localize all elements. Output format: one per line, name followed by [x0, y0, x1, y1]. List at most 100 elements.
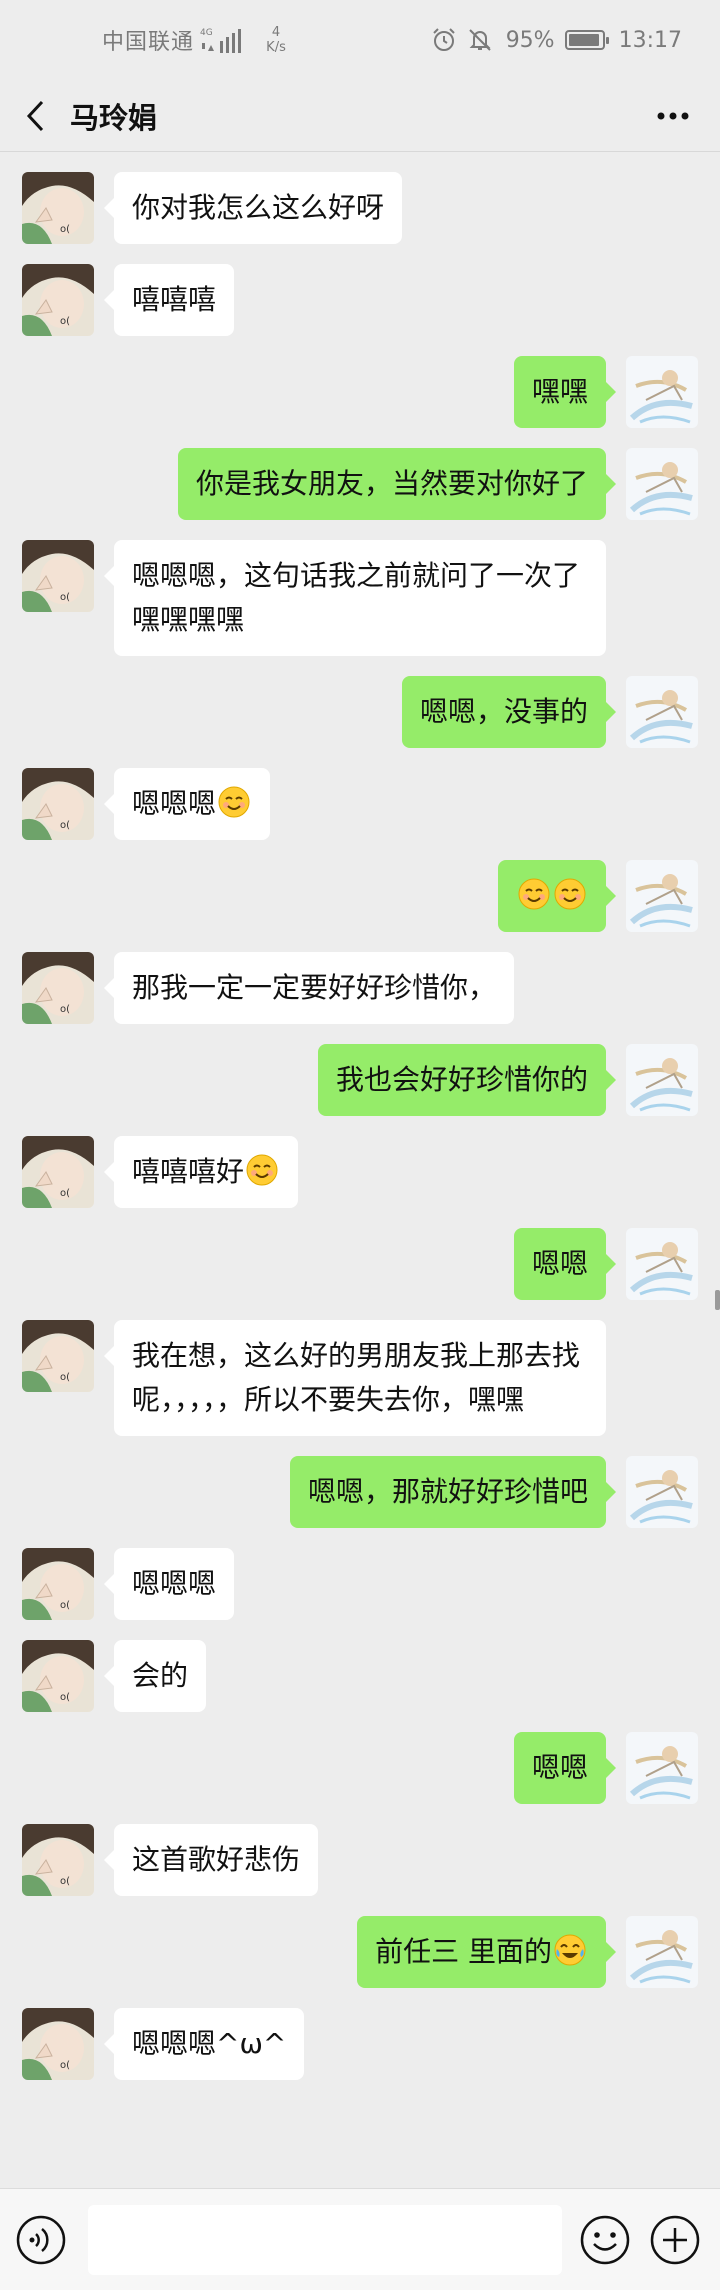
message-bubble[interactable]: 嗯嗯嗯: [103, 768, 271, 840]
message-text: 嗯嗯嗯: [132, 1567, 217, 1600]
sent-message: 嗯嗯: [0, 1712, 720, 1804]
smiling-face-emoji: [554, 878, 586, 910]
received-message: o(嘻嘻嘻: [0, 244, 720, 336]
message-text: 会的: [132, 1659, 189, 1692]
contact-avatar[interactable]: o(: [22, 540, 94, 612]
tears-of-joy-emoji: [554, 1934, 586, 1966]
contact-avatar[interactable]: o(: [22, 768, 94, 840]
sent-message: 前任三 里面的: [0, 1896, 720, 1988]
back-button[interactable]: [0, 80, 70, 152]
message-text: 嗯嗯嗯^ω^: [132, 2027, 287, 2060]
battery-icon: [564, 30, 609, 50]
received-message: o( 嗯嗯嗯，这句话我之前就问了一次了嘿嘿嘿嘿: [0, 520, 720, 656]
message-text: 嗯嗯: [531, 1751, 588, 1784]
my-avatar[interactable]: [626, 1044, 698, 1116]
message-bubble[interactable]: 嗯嗯嗯，这句话我之前就问了一次了嘿嘿嘿嘿: [104, 540, 606, 656]
svg-text:o(: o(: [60, 1692, 70, 1703]
contact-avatar[interactable]: o(: [22, 1320, 94, 1392]
svg-text:o(: o(: [60, 1600, 70, 1611]
message-input[interactable]: [88, 2205, 562, 2275]
message-bubble[interactable]: 嗯嗯嗯: [103, 1548, 235, 1620]
message-bubble[interactable]: 嗯嗯，那就好好珍惜吧: [289, 1456, 617, 1528]
my-avatar[interactable]: [626, 1228, 698, 1300]
more-button[interactable]: [646, 96, 700, 136]
carrier-label: 中国联通: [102, 30, 195, 55]
message-text: 嗯嗯，那就好好珍惜吧: [307, 1475, 588, 1508]
my-avatar[interactable]: [626, 448, 698, 520]
my-avatar[interactable]: [626, 676, 698, 748]
received-message: o( 你对我怎么这么好呀: [0, 152, 720, 244]
message-text: 我也会好好珍惜你的: [335, 1063, 588, 1096]
message-bubble[interactable]: [498, 860, 616, 932]
plus-icon[interactable]: [648, 2213, 702, 2267]
message-text: 你是我女朋友，当然要对你好了: [195, 467, 588, 500]
received-message: o( 嗯嗯嗯: [0, 1528, 720, 1620]
message-text: 这首歌好悲伤: [132, 1843, 301, 1876]
sent-message: 嗯嗯: [0, 1208, 720, 1300]
message-text: 嗯嗯，没事的: [419, 695, 588, 728]
received-message: o( 那我一定一定要好好珍惜你，: [0, 932, 720, 1024]
battery-percent: 95%: [505, 27, 555, 53]
contact-avatar[interactable]: o(: [22, 172, 94, 244]
message-bubble[interactable]: 会的: [103, 1640, 207, 1712]
scrollbar[interactable]: [715, 1290, 720, 1310]
sent-message: 嘿嘿: [0, 336, 720, 428]
message-bubble[interactable]: 我在想，这么好的男朋友我上那去找呢，，，，，所以不要失去你，嘿嘿: [104, 1320, 606, 1436]
svg-text:o(: o(: [60, 1372, 70, 1383]
message-bubble[interactable]: 那我一定一定要好好珍惜你，: [103, 952, 515, 1024]
contact-avatar[interactable]: o(: [22, 264, 94, 336]
contact-avatar[interactable]: o(: [22, 1548, 94, 1620]
chevron-left-icon: [26, 100, 44, 131]
my-avatar[interactable]: [626, 1916, 698, 1988]
status-bar: 中国联通 4G 4 K/s 95% 13:17: [0, 0, 720, 80]
my-avatar[interactable]: [626, 356, 698, 428]
message-bubble[interactable]: 我也会好好珍惜你的: [317, 1044, 617, 1116]
network-speed: 4 K/s: [266, 25, 286, 55]
message-text: 嘿嘿: [531, 375, 588, 408]
message-bubble[interactable]: 前任三 里面的: [357, 1916, 616, 1988]
message-text: 嗯嗯嗯: [132, 787, 217, 820]
message-bubble[interactable]: 嘻嘻嘻好: [103, 1136, 299, 1208]
contact-avatar[interactable]: o(: [22, 2008, 94, 2080]
sent-message: 嗯嗯，没事的: [0, 656, 720, 748]
svg-text:o(: o(: [60, 592, 70, 603]
contact-avatar[interactable]: o(: [22, 1640, 94, 1712]
message-list[interactable]: o(你对我怎么这么好呀 o(嘻嘻嘻 嘿嘿 你是我女朋友，当然要对你好了 o(嗯嗯嗯，这句…: [0, 152, 720, 2188]
message-text: 嗯嗯: [531, 1247, 588, 1280]
message-bubble[interactable]: 嗯嗯: [513, 1228, 617, 1300]
message-bubble[interactable]: 你是我女朋友，当然要对你好了: [177, 448, 617, 520]
contact-avatar[interactable]: o(: [22, 1136, 94, 1208]
received-message: o(嘻嘻嘻好: [0, 1116, 720, 1208]
svg-text:4G: 4G: [200, 28, 213, 38]
message-bubble[interactable]: 嗯嗯: [513, 1732, 617, 1804]
message-bubble[interactable]: 你对我怎么这么好呀: [103, 172, 403, 244]
message-text: 你对我怎么这么好呀: [132, 191, 385, 224]
sent-message: 你是我女朋友，当然要对你好了: [0, 428, 720, 520]
sent-message: [0, 840, 720, 932]
alarm-icon: [432, 28, 455, 51]
received-message: o( 嗯嗯嗯^ω^: [0, 1988, 720, 2080]
svg-text:o(: o(: [60, 224, 70, 235]
message-text: 那我一定一定要好好珍惜你，: [132, 971, 497, 1004]
emoji-icon[interactable]: [578, 2213, 632, 2267]
more-dots-icon: [657, 112, 689, 120]
my-avatar[interactable]: [626, 1732, 698, 1804]
voice-icon[interactable]: [14, 2213, 68, 2267]
contact-avatar[interactable]: o(: [22, 1824, 94, 1896]
svg-text:o(: o(: [60, 2060, 70, 2071]
message-bubble[interactable]: 这首歌好悲伤: [103, 1824, 319, 1896]
my-avatar[interactable]: [626, 1456, 698, 1528]
message-bubble[interactable]: 嘻嘻嘻: [103, 264, 235, 336]
received-message: o( 我在想，这么好的男朋友我上那去找呢，，，，，所以不要失去你，嘿嘿: [0, 1300, 720, 1436]
received-message: o( 这首歌好悲伤: [0, 1804, 720, 1896]
message-bubble[interactable]: 嗯嗯嗯^ω^: [103, 2008, 305, 2080]
svg-text:o(: o(: [60, 1004, 70, 1015]
svg-text:o(: o(: [60, 820, 70, 831]
my-avatar[interactable]: [626, 860, 698, 932]
message-bubble[interactable]: 嘿嘿: [513, 356, 617, 428]
sent-message: 我也会好好珍惜你的: [0, 1024, 720, 1116]
message-text: 我在想，这么好的男朋友我上那去找呢，，，，，所以不要失去你，嘿嘿: [132, 1339, 581, 1416]
message-bubble[interactable]: 嗯嗯，没事的: [401, 676, 617, 748]
contact-avatar[interactable]: o(: [22, 952, 94, 1024]
received-message: o( 会的: [0, 1620, 720, 1712]
